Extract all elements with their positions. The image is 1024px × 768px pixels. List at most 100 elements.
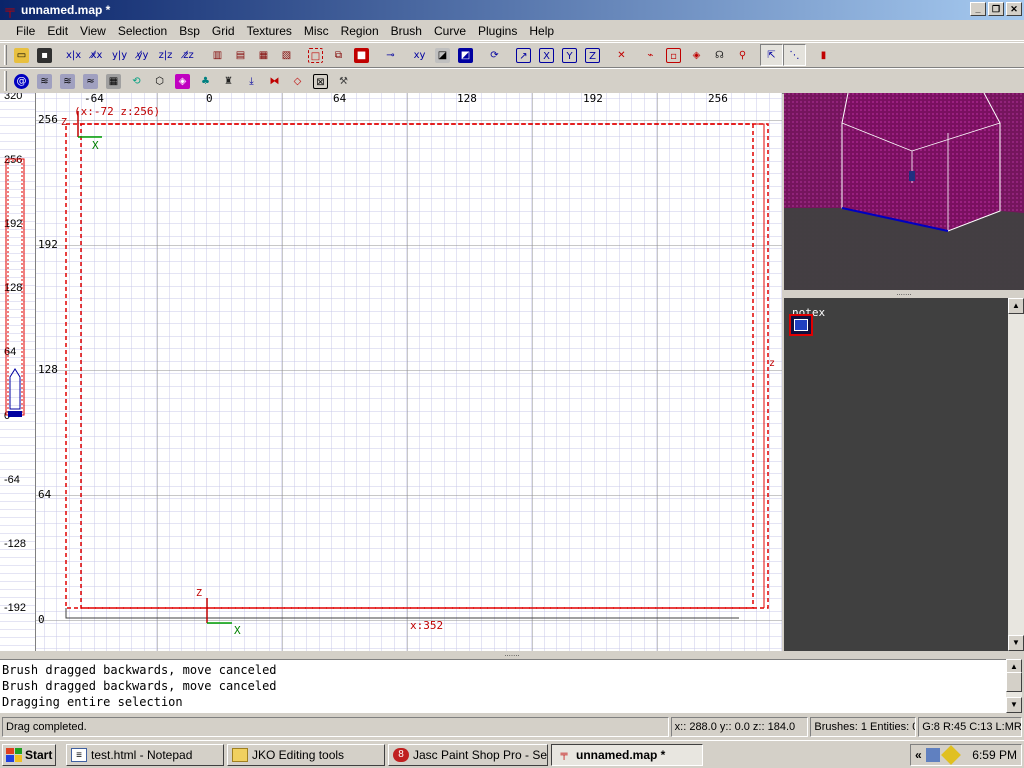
console-scroll-thumb[interactable]: [1006, 672, 1022, 692]
show-brush-icon[interactable]: ▫: [662, 44, 685, 66]
menu-help[interactable]: Help: [523, 24, 560, 38]
menu-curve[interactable]: Curve: [428, 24, 472, 38]
task-unnamed-map[interactable]: ╤ unnamed.map *: [551, 743, 703, 766]
drag-icon[interactable]: ↗: [512, 44, 535, 66]
patch-drill-icon[interactable]: ⤓: [240, 70, 263, 92]
clock[interactable]: 6:59 PM: [972, 748, 1017, 762]
patch-invert-icon[interactable]: ⧓: [263, 70, 286, 92]
vertex-mode-icon[interactable]: ⋱: [783, 44, 806, 66]
rotate-z-icon[interactable]: z̸z: [177, 44, 200, 66]
xz-2d-view[interactable]: -64 0 64 128 192 256 256 192 128 64 0 (x…: [36, 93, 782, 651]
texture-scrollbar[interactable]: ▲ ▼: [1008, 298, 1024, 651]
task-jko-editing-tools[interactable]: JKO Editing tools: [227, 743, 385, 766]
size-tall-icon[interactable]: ▤: [229, 44, 252, 66]
texture-scroll-down[interactable]: ▼: [1008, 635, 1024, 651]
z-view[interactable]: 320 256 192 128 64 0 -64 -128 -192: [0, 93, 36, 651]
console-scrollbar[interactable]: ▲ ▼: [1006, 659, 1022, 713]
radiant-app-icon[interactable]: ╤: [2, 3, 18, 17]
patch-bend-icon[interactable]: ≈: [79, 70, 102, 92]
x-axis-icon[interactable]: X: [535, 44, 558, 66]
patch-mirror-icon[interactable]: ◇: [286, 70, 309, 92]
patch-entity-icon[interactable]: ♜: [217, 70, 240, 92]
select-tool-icon[interactable]: ⇱: [760, 44, 783, 66]
y-axis-icon[interactable]: Y: [558, 44, 581, 66]
partial-tall-icon[interactable]: ▦: [252, 44, 275, 66]
flip-y-icon[interactable]: y|y: [108, 44, 131, 66]
touching-icon[interactable]: ▧: [275, 44, 298, 66]
clipper-icon[interactable]: ⊸: [379, 44, 402, 66]
z-axis-icon[interactable]: Z: [581, 44, 604, 66]
patch-rows-icon[interactable]: ≋: [33, 70, 56, 92]
flip-z-icon[interactable]: z|z: [154, 44, 177, 66]
show-model-icon[interactable]: ✕: [610, 44, 633, 66]
menu-edit[interactable]: Edit: [41, 24, 74, 38]
csg-merge-icon[interactable]: ■: [350, 44, 373, 66]
tray-expand-icon[interactable]: «: [915, 748, 922, 762]
brush-interior-faces: [842, 93, 1000, 231]
camera-canvas[interactable]: [784, 93, 1024, 290]
tray-pen-icon[interactable]: [940, 745, 961, 765]
start-button[interactable]: Start: [2, 743, 56, 766]
menu-region[interactable]: Region: [335, 24, 385, 38]
z-view-canvas[interactable]: 320 256 192 128 64 0 -64 -128 -192: [0, 93, 36, 651]
show-curves-icon[interactable]: ⌁: [639, 44, 662, 66]
menu-brush[interactable]: Brush: [385, 24, 428, 38]
camera-texture-splitter[interactable]: .......: [784, 289, 1024, 298]
patch-weld-icon[interactable]: ▦: [102, 70, 125, 92]
change-view-icon[interactable]: xy: [408, 44, 431, 66]
console-splitter[interactable]: .......: [0, 650, 1024, 659]
toolbar-grip[interactable]: [4, 45, 7, 65]
texture-view-icon[interactable]: ◪: [431, 44, 454, 66]
patch-naturalize-icon[interactable]: ⊠: [309, 70, 332, 92]
patch-cols-icon[interactable]: ≋: [56, 70, 79, 92]
flip-x-icon[interactable]: x|x: [62, 44, 85, 66]
save-icon[interactable]: ▪: [33, 44, 56, 66]
cube-clip-icon[interactable]: ⟳: [483, 44, 506, 66]
menu-selection[interactable]: Selection: [112, 24, 173, 38]
texture-scroll-up[interactable]: ▲: [1008, 298, 1024, 314]
texture-browser[interactable]: notex: [784, 298, 1008, 651]
csg-hollow-icon[interactable]: □: [304, 44, 327, 66]
console-log[interactable]: Brush dragged backwards, move canceled B…: [0, 659, 1006, 713]
z-label-192: 192: [4, 218, 22, 230]
camera-view-icon[interactable]: ◩: [454, 44, 477, 66]
toolbar-grip[interactable]: [4, 71, 7, 91]
patch-thicken-icon[interactable]: ♣: [194, 70, 217, 92]
xz-view-canvas[interactable]: -64 0 64 128 192 256 256 192 128 64 0 (x…: [36, 93, 782, 651]
camera-3d-view[interactable]: [784, 93, 1024, 290]
patch-redisperse-icon[interactable]: ⟲: [125, 70, 148, 92]
minimize-button[interactable]: _: [970, 2, 986, 16]
close-button[interactable]: ✕: [1006, 2, 1022, 16]
select-patch-icon[interactable]: ⚲: [731, 44, 754, 66]
menu-misc[interactable]: Misc: [298, 24, 335, 38]
show-entity-icon[interactable]: ☊: [708, 44, 731, 66]
maximize-button[interactable]: ❐: [988, 2, 1004, 16]
notepad-icon: ≡: [71, 747, 87, 762]
task-paint-shop-pro[interactable]: 8 Jasc Paint Shop Pro - Sel...: [388, 743, 548, 766]
patch-tools-icon[interactable]: ⚒: [332, 70, 355, 92]
menu-bsp[interactable]: Bsp: [173, 24, 206, 38]
task-notepad[interactable]: ≡ test.html - Notepad: [66, 743, 224, 766]
csg-subtract-icon[interactable]: ⧉: [327, 44, 350, 66]
complete-tall-icon[interactable]: ▥: [206, 44, 229, 66]
open-icon[interactable]: ▭: [10, 44, 33, 66]
cubic-clip-icon[interactable]: ▮: [812, 44, 835, 66]
patch-cap-icon[interactable]: ⬡: [148, 70, 171, 92]
menu-bar: File Edit View Selection Bsp Grid Textur…: [0, 21, 1024, 41]
task-label: Jasc Paint Shop Pro - Sel...: [413, 747, 548, 762]
console-line: Brush dragged backwards, move canceled: [2, 663, 277, 677]
patch-texture-icon[interactable]: ◈: [171, 70, 194, 92]
console-scroll-down[interactable]: ▼: [1006, 697, 1022, 713]
rotate-x-icon[interactable]: x̸x: [85, 44, 108, 66]
show-patch-icon[interactable]: ◈: [685, 44, 708, 66]
rotate-y-icon[interactable]: y̸y: [131, 44, 154, 66]
texture-thumbnail-notex[interactable]: [789, 314, 813, 336]
menu-plugins[interactable]: Plugins: [472, 24, 523, 38]
z-axis-label-64: 64: [38, 488, 52, 501]
tray-network-icon[interactable]: [925, 748, 940, 762]
menu-view[interactable]: View: [74, 24, 112, 38]
patch-mode-icon[interactable]: @: [10, 70, 33, 92]
menu-grid[interactable]: Grid: [206, 24, 241, 38]
menu-textures[interactable]: Textures: [241, 24, 298, 38]
menu-file[interactable]: File: [10, 24, 41, 38]
